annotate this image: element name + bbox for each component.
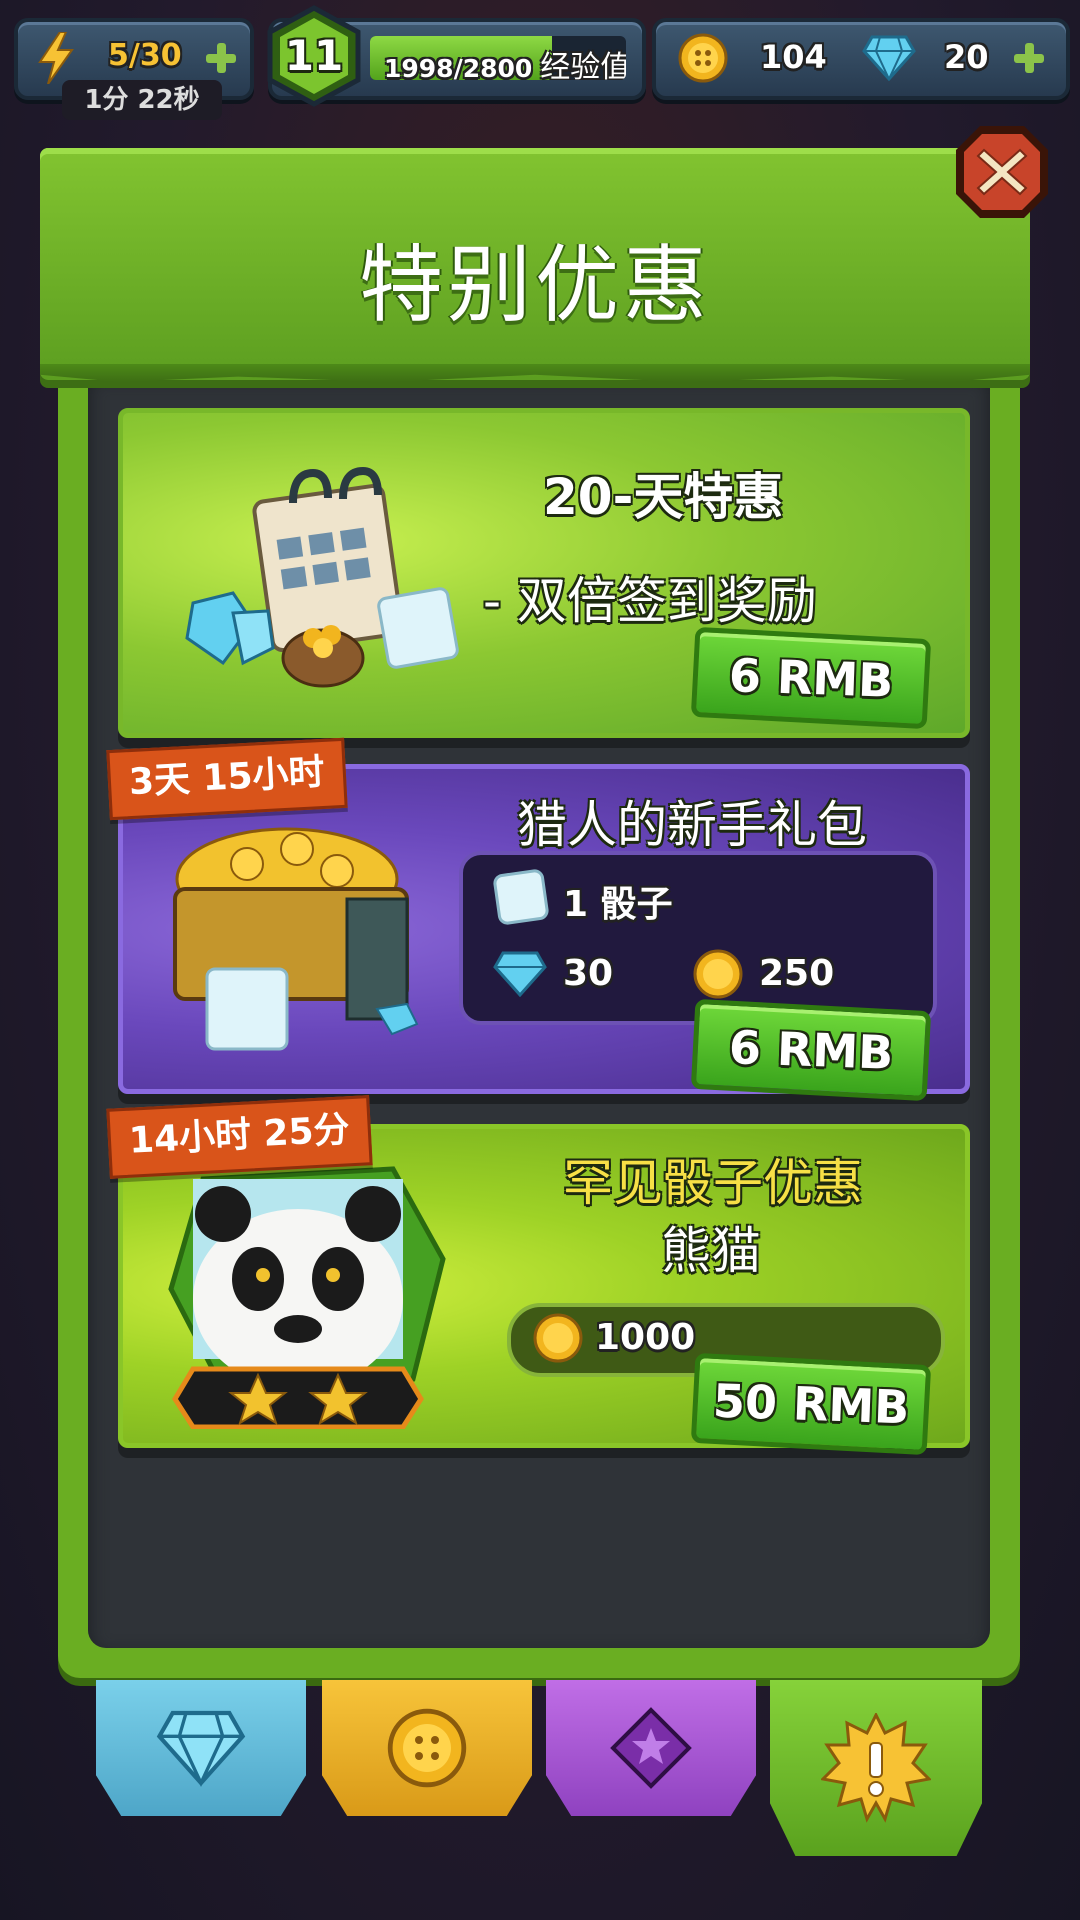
coin-icon <box>387 1708 467 1788</box>
offer-card-daily[interactable]: 20-天特惠 - 双倍签到奖励 6 RMB <box>118 408 970 738</box>
close-button[interactable] <box>950 120 1054 224</box>
buy-button[interactable]: 6 RMB <box>690 998 932 1102</box>
calendar-rewards-icon <box>185 466 459 688</box>
price-label: 50 RMB <box>711 1373 911 1435</box>
purple-gem-star-icon <box>610 1707 692 1789</box>
diamond-icon <box>862 35 916 81</box>
dialog-title: 特别优惠 <box>358 236 711 334</box>
coin-icon <box>533 1313 583 1363</box>
add-currency-button[interactable] <box>1014 43 1044 73</box>
xp-value: 1998/2800 <box>384 54 533 80</box>
offer-title: 猎人的新手礼包 <box>517 796 867 854</box>
coin-icon <box>678 33 728 83</box>
energy-timer: 1分 22秒 <box>62 80 222 120</box>
tab-gems[interactable] <box>96 1680 306 1816</box>
buy-button[interactable]: 50 RMB <box>690 1352 932 1456</box>
energy-count: 5/30 <box>108 38 182 73</box>
diamond-icon <box>156 1710 246 1787</box>
coins-reward: 250 <box>759 953 835 994</box>
tab-coins[interactable] <box>322 1680 532 1816</box>
offer-timer: 14小时 25分 <box>106 1095 373 1179</box>
tab-purple-gems[interactable] <box>546 1680 756 1816</box>
coin-icon <box>693 949 743 999</box>
exclamation-starburst-icon <box>821 1713 931 1823</box>
treasure-chest-icon <box>173 827 419 1051</box>
close-icon <box>956 126 1048 218</box>
offer-subtitle: 熊猫 <box>661 1222 761 1280</box>
xp-label: 经验值 <box>540 50 626 80</box>
gems-reward: 30 <box>563 953 614 994</box>
offer-card-starter-pack[interactable]: 猎人的新手礼包 1 骰子 30 250 6 RMB <box>118 764 970 1102</box>
dice-reward: 1 骰子 <box>563 884 673 925</box>
diamond-icon <box>493 951 547 997</box>
offer-card-rare-dice[interactable]: 罕见骰子优惠 熊猫 1000 50 RMB <box>118 1124 970 1456</box>
panda-dice-icon <box>168 1166 446 1429</box>
currency-panel: 104 20 <box>652 18 1070 100</box>
add-energy-button[interactable] <box>206 43 236 73</box>
offer-title: 罕见骰子优惠 <box>563 1154 863 1212</box>
price-label: 6 RMB <box>727 648 895 708</box>
xp-readout: 1998/2800 经验值 <box>384 42 626 80</box>
gem-count: 20 <box>944 38 989 76</box>
offer-subtitle: - 双倍签到奖励 <box>483 572 817 630</box>
lightning-icon <box>38 32 74 84</box>
reward-box: 1 骰子 30 250 <box>459 851 937 1025</box>
price-label: 6 RMB <box>727 1020 895 1080</box>
coins-reward: 1000 <box>595 1317 696 1358</box>
tab-special-offers[interactable] <box>770 1680 982 1856</box>
title-banner: 特别优惠 <box>40 148 1030 380</box>
offer-title: 20-天特惠 <box>543 468 784 526</box>
dice-icon <box>493 869 549 925</box>
level-number: 11 <box>284 31 344 80</box>
xp-progress-bar: 1998/2800 经验值 <box>370 36 626 80</box>
coin-count: 104 <box>760 38 827 76</box>
buy-button[interactable]: 6 RMB <box>690 626 932 730</box>
offer-timer: 3天 15小时 <box>106 737 348 821</box>
level-badge: 11 <box>262 4 366 108</box>
